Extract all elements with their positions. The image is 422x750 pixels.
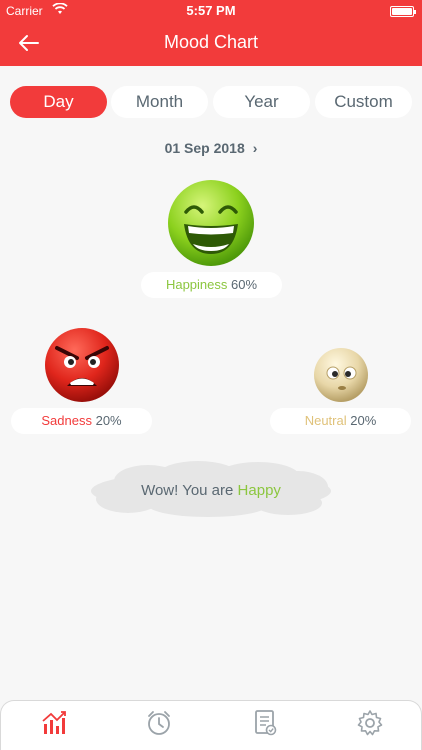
angry-emoji-icon	[43, 326, 121, 409]
happiness-label: Happiness	[165, 277, 228, 292]
sadness-label: Sadness	[41, 413, 92, 428]
neutral-pill: Neutral 20%	[270, 408, 411, 434]
happy-emoji-icon	[166, 178, 256, 273]
sadness-pill: Sadness 20%	[11, 408, 152, 434]
happiness-percent: 60%	[231, 277, 258, 292]
tab-year[interactable]: Year	[213, 86, 310, 118]
date-selector[interactable]: 01 Sep 2018 ›	[0, 140, 422, 156]
happiness-pill: Happiness 60%	[141, 272, 282, 298]
page-title: Mood Chart	[163, 32, 259, 52]
tab-month[interactable]: Month	[111, 86, 208, 118]
mood-summary: Wow! You are Happy	[88, 482, 334, 499]
status-bar: Carrier 5:57 PM	[0, 0, 422, 22]
neutral-emoji-icon	[312, 346, 370, 409]
date-label: 01 Sep 2018	[164, 140, 245, 156]
chevron-right-icon: ›	[252, 140, 258, 156]
alarm-clock-icon[interactable]	[144, 708, 174, 738]
report-icon[interactable]	[250, 708, 280, 738]
tab-custom[interactable]: Custom	[315, 86, 412, 118]
neutral-label: Neutral	[304, 413, 347, 428]
tab-day[interactable]: Day	[10, 86, 107, 118]
battery-icon	[390, 6, 416, 17]
period-tabs: Day Month Year Custom	[10, 86, 412, 118]
summary-prefix: Wow! You are	[141, 482, 234, 499]
summary-mood: Happy	[237, 482, 281, 499]
neutral-percent: 20%	[350, 413, 377, 428]
status-time: 5:57 PM	[186, 3, 236, 18]
settings-gear-icon[interactable]	[355, 708, 385, 738]
chart-icon[interactable]	[38, 708, 68, 738]
sadness-percent: 20%	[95, 413, 122, 428]
